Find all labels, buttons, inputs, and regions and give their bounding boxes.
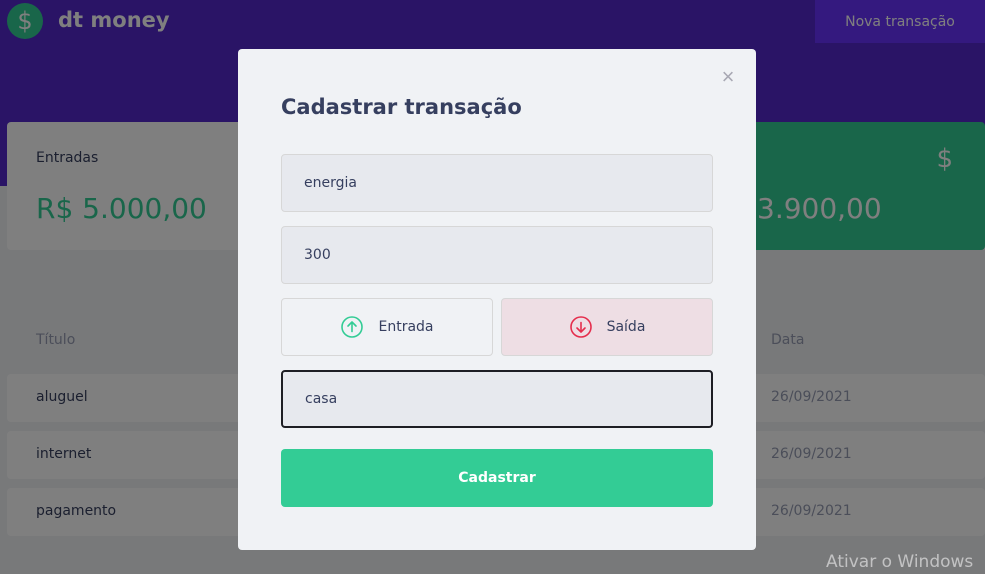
category-input[interactable] [281,370,713,428]
amount-input[interactable] [281,226,713,284]
close-icon[interactable]: × [718,65,738,89]
arrow-up-circle-icon [341,316,364,338]
modal-title: Cadastrar transação [281,95,522,119]
income-type-label: Entrada [378,319,434,335]
income-type-button[interactable]: Entrada [281,298,493,356]
outcome-type-button[interactable]: Saída [501,298,713,356]
outcome-type-label: Saída [606,319,646,335]
title-input[interactable] [281,154,713,212]
arrow-down-circle-icon [569,316,592,338]
submit-button[interactable]: Cadastrar [281,449,713,507]
new-transaction-modal: × Cadastrar transação Entrada Saída Cada… [238,49,756,550]
windows-activation-watermark: Ativar o Windows [826,552,974,572]
